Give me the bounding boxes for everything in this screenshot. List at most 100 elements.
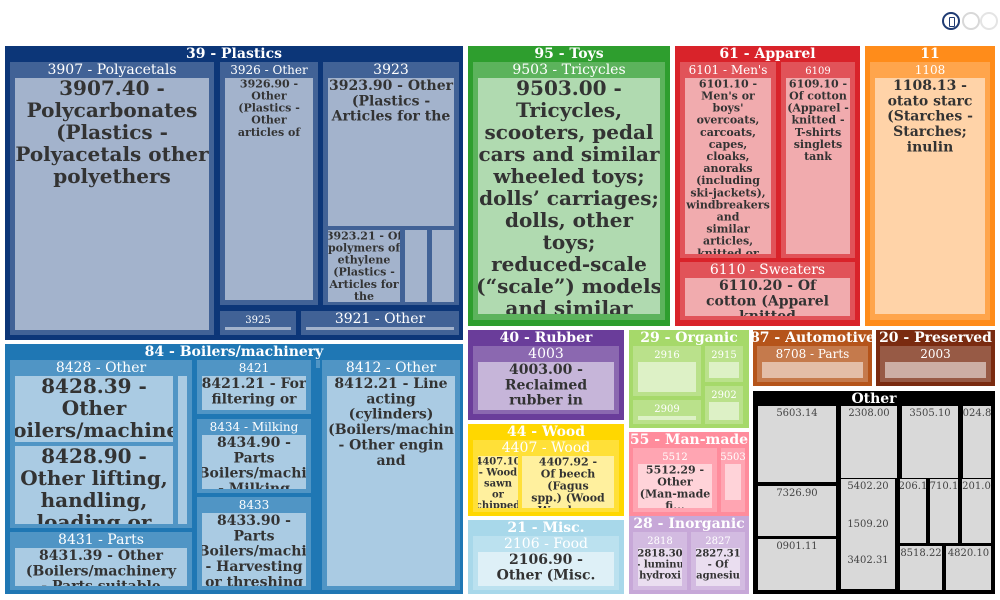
leaf-label: 0901.11 [776,541,817,552]
subgroup-label: 2902 [711,390,736,401]
leaf-label: dolls, other [505,208,634,232]
subgroup-label: 2818 [647,536,672,547]
subgroup-label: 3921 - Other [335,311,426,327]
leaf-tile[interactable] [885,362,986,378]
leaf-label: (cylinders) [349,407,434,423]
leaf-label: Of beech [541,467,596,480]
settings-icon[interactable] [962,12,980,30]
subgroup-label: 5503 [720,452,745,463]
group-inorganic: 28 - Inorganic 2818 2818.30- luminuhydroxi… [629,516,749,594]
subgroup-label: 8708 - Parts [776,347,850,361]
leaf-label: ski-jackets), [690,186,765,199]
help-icon[interactable] [942,12,960,30]
leaf-label: (Boilers/machin [328,422,454,438]
leaf-label: similar [706,223,749,236]
subgroup-label: 8428 - Other [56,360,147,376]
subgroup-label: 3923 [373,62,409,78]
subgroup-label: 8433 [239,498,270,512]
group-label: 44 - Wood [507,424,585,440]
leaf-label: articles of [238,126,301,139]
group-label: 11 [920,46,939,62]
group-manmade: 55 - Man-made 55125512.29 -Other(Man-made… [629,432,749,516]
leaf-label: wheeled toys; [492,164,644,188]
leaf-label: Parts [234,450,275,466]
subgroup-tile[interactable] [316,360,320,368]
subgroup-label: 3925 [245,315,270,326]
group-label: 28 - Inorganic [633,516,744,532]
leaf-label: tank [804,150,832,163]
leaf-label: dolls’ carriages; [479,186,659,210]
leaf-label: Of cotton [789,89,847,102]
leaf-label: polyethers [53,164,171,188]
leaf-label: Other [62,396,127,420]
leaf-tile[interactable] [709,362,739,378]
leaf-label: 8433.90 - [217,513,291,529]
subgroup-label: 8421 [239,361,270,375]
leaf-label: knitted - [791,114,844,127]
leaf-label: toys; [543,230,596,254]
leaf-label: handling, [41,488,148,512]
leaf-label: carcoats, [700,126,756,139]
leaf-label: spp.) (Wood [531,492,605,505]
leaf-label: singlets [794,138,843,151]
leaf-label: 2827.31 [695,549,740,560]
leaf-label: 7326.90 [776,488,817,499]
leaf-label: articles, [703,235,753,248]
leaf-tile[interactable] [405,230,427,302]
subgroup-label: 8434 - Milking [210,420,299,434]
leaf-label: anoraks [703,162,752,175]
leaf-label: and [717,210,740,223]
group-plastics: 39 - Plastics 3907 - Polyacetals3907.40 -… [5,46,463,340]
leaf-label: overcoats, [697,114,760,127]
leaf-label: 5603.14 [776,408,817,419]
leaf-tile[interactable] [709,402,739,420]
leaf-label: (Plastics - [238,102,300,115]
expand-icon[interactable] [980,12,998,30]
treemap-svg: 39 - Plastics 3907 - Polyacetals3907.40 -… [5,46,995,594]
leaf-tile[interactable] [225,327,291,330]
group-organic: 29 - Organic 2916 2915 2909 2902 [629,330,749,428]
leaf-tile[interactable] [762,362,863,378]
leaf-label: Other lifting, [20,466,168,490]
leaf-label: 8431.39 - Other [39,548,164,564]
leaf-label: polymers of [328,241,401,254]
leaf-label: 3907.40 - [59,76,165,100]
group-boilers: 84 - Boilers/machinery8428 - Other8428.3… [5,344,463,594]
leaf-label: 8434.90 - [217,435,291,451]
leaf-label: 710.1 [930,481,959,492]
group-preserved: 20 - Preserved2003 [876,330,995,386]
group-apparel: 61 - Apparel6101 - Men's6101.10 -Men's o… [675,46,860,326]
leaf-label: 4407.92 - [539,455,597,468]
subgroup-label: 2915 [711,350,736,361]
leaf-label: T-shirts [795,126,841,139]
leaf-label: windbreakers [685,198,770,211]
leaf-tile[interactable] [638,416,696,420]
leaf-tile[interactable] [306,327,454,330]
subgroup-label: 8412 - Other [346,360,437,376]
leaf-label: cars and similar [478,142,660,166]
leaf-label: 2106.90 - [509,552,583,568]
group-label: 20 - Preserved [879,330,992,346]
leaf-label: Parts [234,528,275,544]
leaf-label: cloaks, [707,150,750,163]
leaf-label: 2308.00 [848,408,889,419]
leaf-label: inulin [907,140,954,156]
leaf-tile[interactable] [638,362,696,392]
leaf-label: Other [657,475,693,488]
leaf-label: boys' [713,102,744,115]
leaf-tile[interactable] [725,464,741,500]
leaf-label: Men's or [701,89,755,102]
group-label: 21 - Misc. [507,520,584,536]
leaf-label: 4003.00 - [509,362,583,378]
subgroup-label: 4407 - Wood [502,440,591,456]
leaf-label: Polycarbonates [27,98,198,122]
leaf-label: (Plastics - [352,93,430,109]
leaf-tile[interactable] [178,376,187,524]
leaf-tile[interactable] [432,230,454,302]
leaf-label: 6110.20 - Of [719,278,817,294]
leaf-label: 1509.20 [847,519,888,530]
group-label: 55 - Man-made [630,432,748,448]
leaf-label: 8518.22 [900,548,941,559]
leaf-label: 2818.30 [637,549,682,560]
leaf-label: 3923.90 - Other [329,78,454,94]
